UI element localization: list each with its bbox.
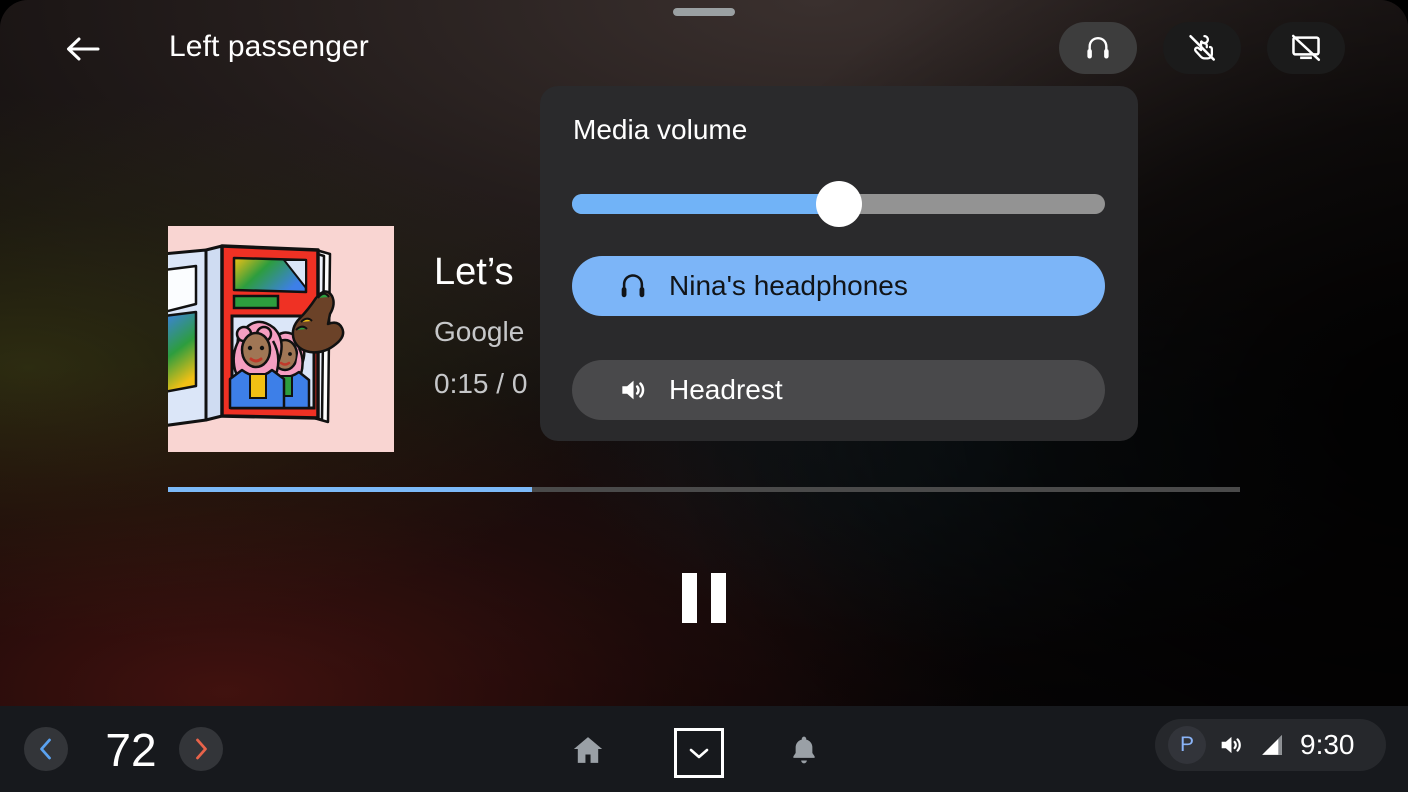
slider-thumb[interactable] [815, 181, 862, 227]
headphones-icon [1087, 37, 1109, 59]
touch-off-icon [1189, 35, 1215, 61]
apps-button[interactable] [674, 728, 724, 778]
back-button[interactable] [56, 22, 110, 76]
page-title: Left passenger [169, 30, 369, 63]
playback-progress-fill [168, 487, 533, 492]
home-icon [573, 737, 603, 763]
status-pill[interactable]: P 9:30 [1155, 719, 1386, 771]
screen-off-icon [1291, 34, 1321, 61]
headphones-toggle-button[interactable] [1059, 22, 1137, 74]
volume-up-icon[interactable] [1217, 731, 1245, 759]
gear-indicator: P [1168, 726, 1206, 764]
temperature-value: 72 [105, 724, 157, 776]
arrow-left-icon [67, 37, 100, 61]
touch-off-toggle-button[interactable] [1163, 22, 1241, 74]
chevron-right-icon [196, 738, 207, 760]
slider-fill [572, 194, 839, 214]
media-volume-slider[interactable] [572, 180, 1105, 227]
headphones-icon [616, 269, 650, 303]
pause-icon-bar-left [682, 573, 697, 623]
home-button[interactable] [566, 728, 610, 772]
drag-handle[interactable] [673, 8, 735, 16]
pause-icon-bar-right [711, 573, 726, 623]
media-volume-popup: Media volume Nina's headphones Headrest [540, 86, 1138, 441]
car-display-screen: Let’s Google 0:15 / 0 Left passenger Med… [0, 0, 1408, 792]
temperature-increase-button[interactable] [179, 727, 223, 771]
album-art [168, 226, 394, 452]
speaker-icon [616, 373, 650, 407]
bell-icon [793, 736, 815, 764]
output-device-label: Headrest [669, 374, 783, 405]
temperature-decrease-button[interactable] [24, 727, 68, 771]
album-art-illustration [168, 226, 394, 452]
chevron-down-icon [689, 748, 709, 759]
clock: 9:30 [1300, 729, 1355, 760]
output-device-option-headphones[interactable]: Nina's headphones [572, 256, 1105, 316]
popup-title: Media volume [573, 114, 748, 145]
playback-progress-bar[interactable] [168, 487, 1240, 492]
output-device-option-headrest[interactable]: Headrest [572, 360, 1105, 420]
pause-button[interactable] [676, 570, 732, 626]
output-device-label: Nina's headphones [669, 270, 908, 301]
signal-bars-icon [1258, 731, 1286, 759]
chevron-left-icon [40, 738, 51, 760]
screen-off-toggle-button[interactable] [1267, 22, 1345, 74]
notifications-button[interactable] [782, 728, 826, 772]
